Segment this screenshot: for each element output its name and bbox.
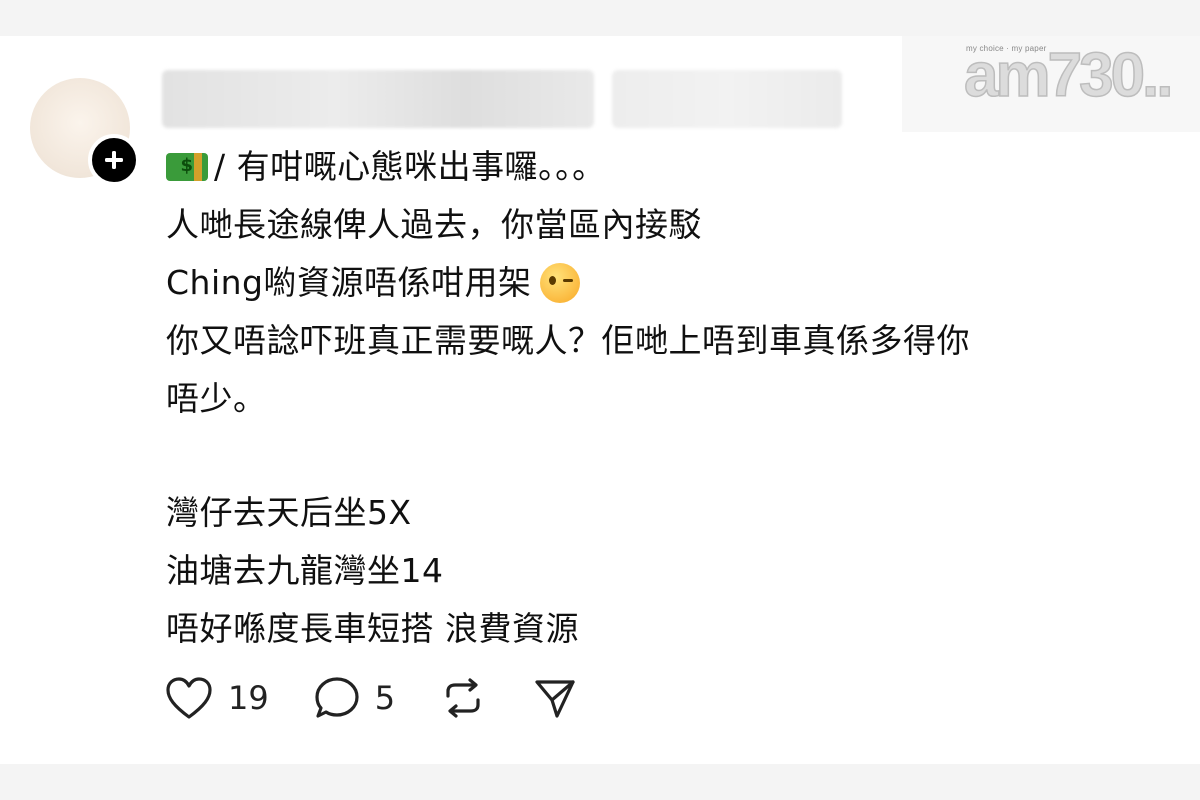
repost-icon xyxy=(446,678,480,718)
post-line-5: 唔少。 xyxy=(166,370,1186,428)
post-line-2: 人哋長途線俾人過去，你當區內接駁 xyxy=(166,196,1186,254)
post-text: 唔少。 xyxy=(166,379,267,418)
post-line-6: 灣仔去天后坐5X xyxy=(166,484,1186,542)
post-line-1: / 有咁嘅心態咪出事囉。。。 xyxy=(166,137,1186,196)
post-text: / 有咁嘅心態咪出事囉。。。 xyxy=(214,147,606,186)
post-line-3: Ching喲資源唔係咁用架 xyxy=(166,254,1186,312)
post-text: 你又唔諗吓班真正需要嘅人？佢哋上唔到車真係多得你 xyxy=(166,321,970,360)
username-blurred[interactable] xyxy=(162,70,594,128)
plus-icon xyxy=(105,151,123,169)
like-count: 19 xyxy=(228,679,269,717)
post-text: 灣仔去天后坐5X xyxy=(166,493,412,532)
post-body: / 有咁嘅心態咪出事囉。。。 人哋長途線俾人過去，你當區內接駁 Ching喲資源… xyxy=(166,137,1186,658)
post-line-8: 唔好喺度長車短搭 浪費資源 xyxy=(166,600,1186,658)
heart-icon xyxy=(166,677,212,719)
speech-bubble-icon xyxy=(315,677,359,718)
post-line-4: 你又唔諗吓班真正需要嘅人？佢哋上唔到車真係多得你 xyxy=(166,312,1186,370)
like-button[interactable]: 19 xyxy=(164,675,269,721)
logo-wordmark: am730.. xyxy=(963,40,1174,111)
comment-count: 5 xyxy=(374,679,396,717)
follow-button[interactable] xyxy=(88,134,140,186)
repost-button[interactable] xyxy=(439,674,487,722)
wink-emoji-icon xyxy=(539,263,580,303)
post-line-7: 油塘去九龍灣坐14 xyxy=(166,542,1186,600)
am730-logo: my choice · my paper am730.. xyxy=(902,36,1200,132)
share-button[interactable] xyxy=(531,674,579,722)
paper-plane-icon xyxy=(535,680,575,718)
money-emoji-icon xyxy=(166,137,208,195)
action-bar: 19 5 xyxy=(164,672,623,724)
post-text: 人哋長途線俾人過去，你當區內接駁 xyxy=(166,205,702,244)
post-meta-blurred xyxy=(612,70,842,128)
post-text: 唔好喺度長車短搭 浪費資源 xyxy=(166,609,579,648)
post-text: 油塘去九龍灣坐14 xyxy=(166,551,444,590)
post-text: Ching喲資源唔係咁用架 xyxy=(166,263,532,302)
comment-button[interactable]: 5 xyxy=(313,675,395,721)
